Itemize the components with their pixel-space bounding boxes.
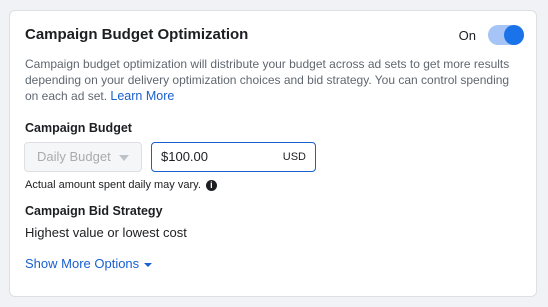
currency-label: USD [282,151,306,163]
budget-type-dropdown[interactable]: Daily Budget [24,142,142,172]
show-more-options-link[interactable]: Show More Options [25,256,153,271]
caret-down-icon [144,262,153,267]
card-header: Campaign Budget Optimization On [25,25,524,45]
info-icon[interactable]: i [205,179,217,191]
budget-hint: Actual amount spent daily may vary. i [25,179,217,191]
budget-amount-input[interactable]: $100.00 USD [151,142,316,172]
card-title: Campaign Budget Optimization [25,26,249,43]
cbo-toggle-switch[interactable] [488,25,524,45]
cbo-toggle-group: On [459,25,524,45]
toggle-state-label: On [458,27,476,43]
show-more-label: Show More Options [25,256,140,271]
budget-hint-text: Actual amount spent daily may vary. [25,179,201,191]
toggle-knob [504,25,524,45]
budget-amount-value: $100.00 [161,149,208,164]
cbo-description: Campaign budget optimization will distri… [25,56,525,104]
bid-strategy-label: Campaign Bid Strategy [25,204,163,218]
learn-more-link[interactable]: Learn More [110,89,174,103]
description-text: Campaign budget optimization will distri… [25,57,510,103]
campaign-budget-optimization-card: Campaign Budget Optimization On Campaign… [9,10,537,297]
budget-type-value: Daily Budget [37,149,111,164]
bid-strategy-value: Highest value or lowest cost [25,225,187,240]
chevron-down-icon [119,155,129,161]
campaign-budget-label: Campaign Budget [25,121,132,135]
